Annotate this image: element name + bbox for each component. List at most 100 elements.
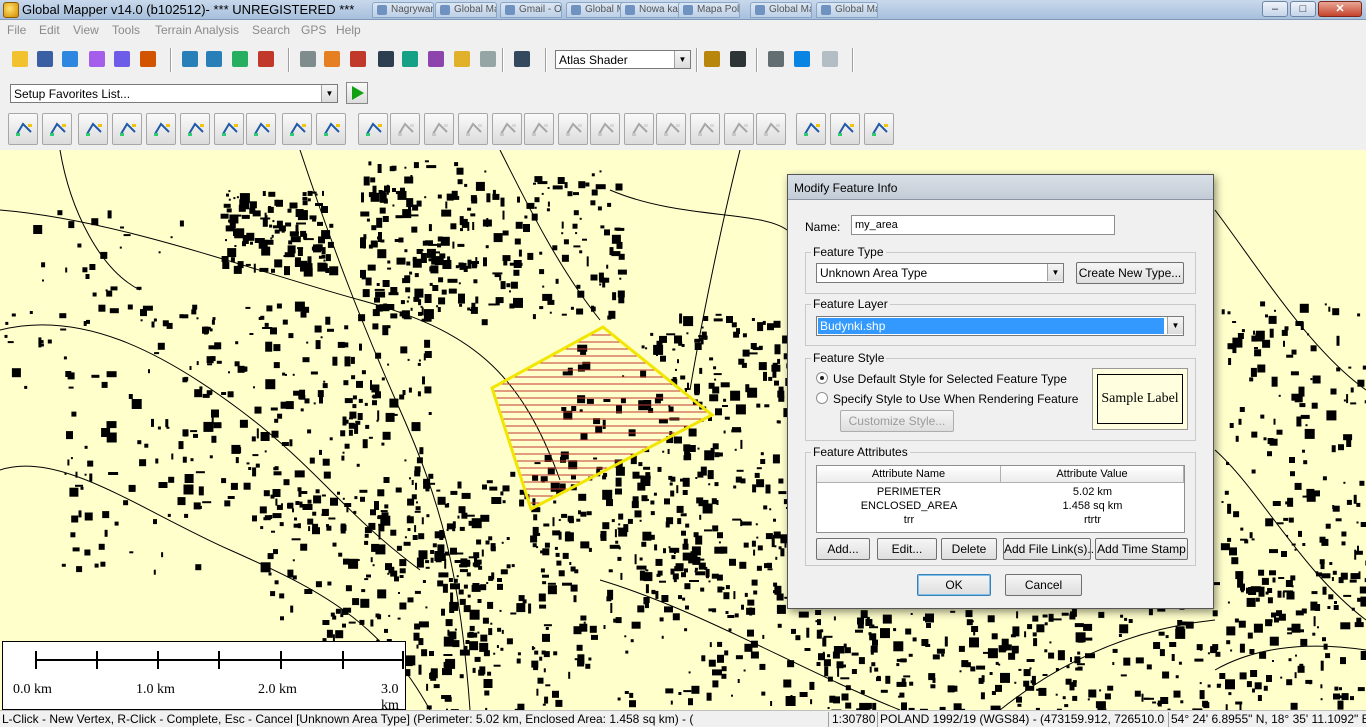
grid-button[interactable] bbox=[246, 113, 276, 145]
contour-button[interactable] bbox=[112, 113, 142, 145]
simplify-button[interactable] bbox=[796, 113, 826, 145]
table-row-value[interactable]: 5.02 km bbox=[1001, 486, 1184, 498]
3d-view-icon[interactable] bbox=[726, 47, 748, 69]
table-row-value[interactable]: rtrtr bbox=[1001, 514, 1184, 526]
snap-icon[interactable] bbox=[818, 47, 840, 69]
path-profile-icon[interactable] bbox=[398, 47, 420, 69]
table-row-name[interactable]: PERIMETER bbox=[817, 486, 1001, 498]
menu-terrain-analysis[interactable]: Terrain Analysis bbox=[155, 23, 239, 37]
coordinate-area-button[interactable] bbox=[180, 113, 210, 145]
measure-icon[interactable] bbox=[346, 47, 368, 69]
ok-button[interactable]: OK bbox=[917, 574, 991, 596]
vertex-icon[interactable] bbox=[790, 47, 812, 69]
attributes-table[interactable]: Attribute Name Attribute Value PERIMETER… bbox=[816, 465, 1185, 533]
intersect-button[interactable] bbox=[558, 113, 588, 145]
taskbar-tab[interactable]: Global Mapp... bbox=[435, 2, 497, 18]
globe-icon[interactable] bbox=[58, 47, 80, 69]
union-button[interactable] bbox=[524, 113, 554, 145]
rotate-button[interactable] bbox=[492, 113, 522, 145]
favorites-select[interactable]: Setup Favorites List... ▼ bbox=[10, 84, 338, 103]
add-time-stamp-button[interactable]: Add Time Stamp bbox=[1095, 538, 1188, 560]
add-file-link-button[interactable]: Add File Link(s)... bbox=[1003, 538, 1097, 560]
digitizer-icon[interactable] bbox=[136, 47, 158, 69]
taskbar-tab[interactable]: Global Ma... bbox=[816, 2, 878, 18]
menu-gps[interactable]: GPS bbox=[301, 23, 326, 37]
taskbar-tab[interactable]: Nagrywanie z... bbox=[372, 2, 434, 18]
split-button[interactable] bbox=[656, 113, 686, 145]
shader-config-icon[interactable] bbox=[700, 47, 722, 69]
home-icon[interactable] bbox=[254, 47, 276, 69]
combine-button[interactable] bbox=[624, 113, 654, 145]
attribute-value-header[interactable]: Attribute Value bbox=[1001, 466, 1184, 483]
run-favorite-button[interactable] bbox=[346, 82, 368, 104]
delete-attribute-button[interactable]: Delete bbox=[941, 538, 997, 560]
zoom-full-icon[interactable] bbox=[228, 47, 250, 69]
menu-file[interactable]: File bbox=[7, 23, 26, 37]
taskbar-tab[interactable]: Global Mapp... bbox=[750, 2, 812, 18]
customize-style-button[interactable]: Customize Style... bbox=[840, 410, 954, 432]
copy-button[interactable] bbox=[756, 113, 786, 145]
create-line-right-button[interactable] bbox=[864, 113, 894, 145]
feature-info-icon[interactable] bbox=[374, 47, 396, 69]
taskbar-tab[interactable]: Nowa karta bbox=[620, 2, 682, 18]
create-area-2-button[interactable] bbox=[42, 113, 72, 145]
menu-tools[interactable]: Tools bbox=[112, 23, 140, 37]
edit-area-button[interactable] bbox=[424, 113, 454, 145]
menu-view[interactable]: View bbox=[73, 23, 99, 37]
taskbar-tab[interactable]: Global Mapp... bbox=[566, 2, 628, 18]
gps-icon[interactable] bbox=[764, 47, 786, 69]
zoom-tool-icon[interactable] bbox=[296, 47, 318, 69]
table-row-name[interactable]: ENCLOSED_AREA bbox=[817, 500, 1001, 512]
feature-type-select[interactable]: Unknown Area Type ▼ bbox=[816, 263, 1064, 283]
specify-style-radio[interactable] bbox=[816, 392, 828, 404]
binoculars-icon[interactable] bbox=[510, 47, 532, 69]
cancel-button[interactable]: Cancel bbox=[1005, 574, 1082, 596]
digitizer-tool-icon[interactable] bbox=[450, 47, 472, 69]
taskbar-tab[interactable]: Mapa Polski... bbox=[678, 2, 740, 18]
specify-style-label[interactable]: Specify Style to Use When Rendering Feat… bbox=[833, 392, 1078, 406]
view-shed-icon[interactable] bbox=[424, 47, 446, 69]
menu-edit[interactable]: Edit bbox=[39, 23, 60, 37]
edit-attribute-button[interactable]: Edit... bbox=[877, 538, 937, 560]
digitized-area-polygon[interactable] bbox=[490, 325, 715, 512]
default-style-radio[interactable] bbox=[816, 372, 828, 384]
add-attribute-button[interactable]: Add... bbox=[816, 538, 870, 560]
feature-layer-select[interactable]: Budynki.shp ▼ bbox=[816, 316, 1184, 336]
difference-button[interactable] bbox=[590, 113, 620, 145]
close-button[interactable]: ✕ bbox=[1318, 1, 1362, 17]
table-row-value[interactable]: 1.458 sq km bbox=[1001, 500, 1184, 512]
dropdown-icon[interactable] bbox=[476, 47, 498, 69]
menu-search[interactable]: Search bbox=[252, 23, 290, 37]
pan-tool-icon[interactable] bbox=[320, 47, 342, 69]
crop-button[interactable] bbox=[458, 113, 488, 145]
name-field[interactable]: my_area bbox=[851, 215, 1115, 235]
create-area-button[interactable] bbox=[8, 113, 38, 145]
join-button[interactable] bbox=[358, 113, 388, 145]
open-icon[interactable] bbox=[8, 47, 30, 69]
overlay-control-icon[interactable] bbox=[110, 47, 132, 69]
maximize-button[interactable]: □ bbox=[1290, 1, 1316, 17]
taskbar-tab[interactable]: Gmail - Odebrane bbox=[500, 2, 562, 18]
buffer-button[interactable] bbox=[214, 113, 244, 145]
split-line-button[interactable] bbox=[316, 113, 346, 145]
table-row-name[interactable]: trr bbox=[817, 514, 1001, 526]
smooth-button[interactable] bbox=[390, 113, 420, 145]
building bbox=[643, 572, 653, 582]
create-line-button[interactable] bbox=[78, 113, 108, 145]
create-point-button[interactable] bbox=[146, 113, 176, 145]
connect-button[interactable] bbox=[690, 113, 720, 145]
create-new-type-button[interactable]: Create New Type... bbox=[1076, 262, 1184, 284]
shader-select[interactable]: Atlas Shader ▼ bbox=[555, 50, 691, 69]
default-style-label[interactable]: Use Default Style for Selected Feature T… bbox=[833, 372, 1067, 386]
config-icon[interactable] bbox=[85, 47, 107, 69]
save-icon[interactable] bbox=[33, 47, 55, 69]
menu-help[interactable]: Help bbox=[336, 23, 361, 37]
zoom-out-icon[interactable] bbox=[202, 47, 224, 69]
minimize-button[interactable]: – bbox=[1262, 1, 1288, 17]
vertex-edit-button[interactable] bbox=[282, 113, 312, 145]
zoom-in-icon[interactable] bbox=[178, 47, 200, 69]
dialog-title-bar[interactable]: Modify Feature Info bbox=[788, 175, 1213, 200]
merge-button[interactable] bbox=[724, 113, 754, 145]
create-line-up-button[interactable] bbox=[830, 113, 860, 145]
attribute-name-header[interactable]: Attribute Name bbox=[817, 466, 1001, 483]
